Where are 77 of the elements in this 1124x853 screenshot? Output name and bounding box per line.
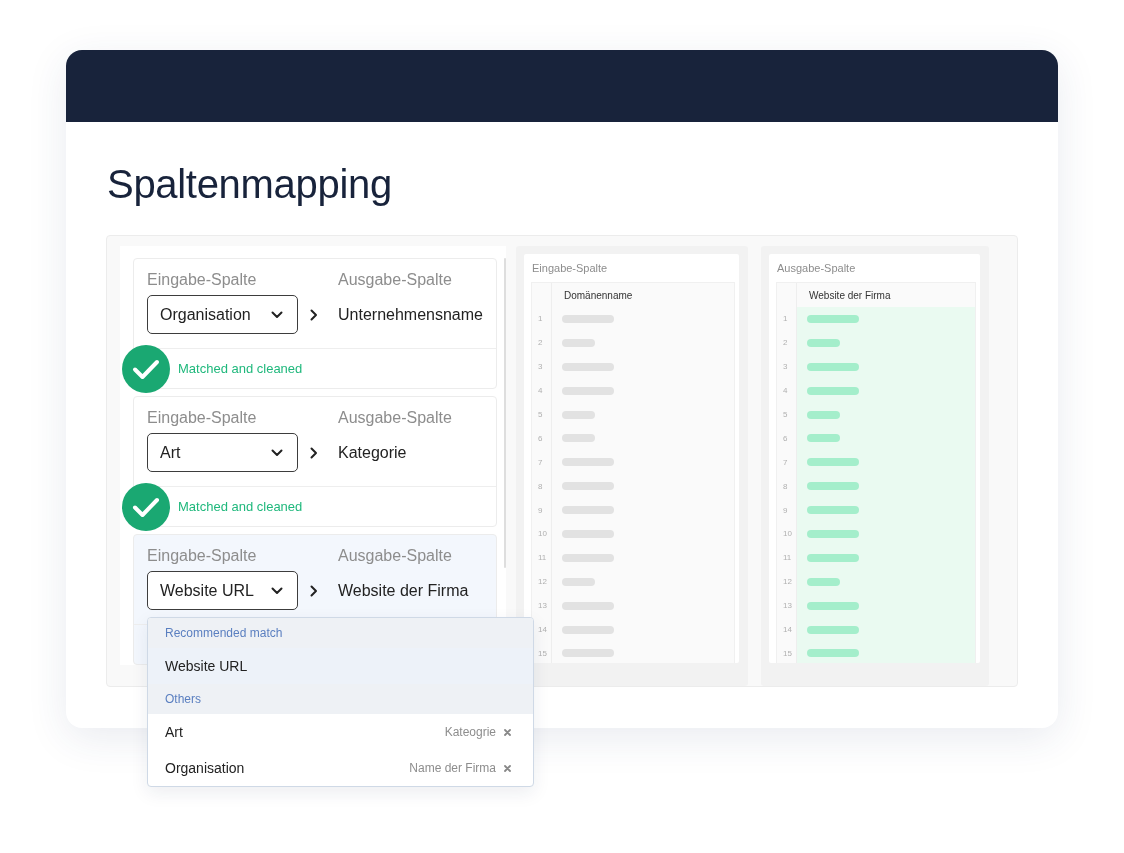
remove-icon[interactable] <box>504 764 511 772</box>
placeholder-value-bar <box>562 458 614 467</box>
placeholder-value-bar <box>562 482 614 491</box>
placeholder-value-bar <box>562 601 614 610</box>
mapping-card[interactable]: Eingabe-Spalte Ausgabe-Spalte Organisation Unternehmensname Matched and cleaned <box>133 258 497 389</box>
chevron-down-icon <box>271 586 283 595</box>
output-column-name: Website der Firma <box>338 581 470 600</box>
input-column-label: Eingabe-Spalte <box>147 271 258 289</box>
menu-option[interactable]: Organisation Name der Firma <box>148 750 533 786</box>
chevron-right-icon <box>310 308 318 321</box>
row-number: 5 <box>532 402 552 427</box>
menu-option[interactable]: Art Kateogrie <box>148 714 533 750</box>
placeholder-value-bar <box>562 410 595 419</box>
placeholder-value-bar <box>807 601 859 610</box>
row-number: 8 <box>532 474 552 499</box>
chevron-right-icon <box>310 584 318 597</box>
row-number: 9 <box>532 498 552 522</box>
row-number: 1 <box>532 307 552 331</box>
placeholder-value-bar <box>562 338 595 347</box>
output-column-label: Ausgabe-Spalte <box>338 271 453 289</box>
placeholder-value-bar <box>562 649 614 658</box>
chevron-down-icon <box>271 448 283 457</box>
mapping-card[interactable]: Eingabe-Spalte Ausgabe-Spalte Art Kategorie Matched and cleaned <box>133 396 497 527</box>
row-number: 13 <box>532 593 552 618</box>
placeholder-value-bar <box>807 553 859 562</box>
placeholder-value-bar <box>807 386 859 395</box>
placeholder-value-bar <box>807 434 840 443</box>
input-column-label: Eingabe-Spalte <box>147 409 258 427</box>
placeholder-value-bar <box>807 410 840 419</box>
preview-title: Eingabe-Spalte <box>531 261 609 276</box>
row-number: 7 <box>532 450 552 475</box>
row-number: 10 <box>532 522 552 546</box>
placeholder-value-bar <box>562 625 614 634</box>
placeholder-value-bar <box>562 577 595 586</box>
status-text: Matched and cleaned <box>178 499 303 514</box>
input-column-select[interactable]: Organisation <box>147 295 298 334</box>
placeholder-value-bar <box>807 314 859 323</box>
preview-title: Ausgabe-Spalte <box>776 261 857 276</box>
output-column-name: Kategorie <box>338 443 408 462</box>
input-column-select[interactable]: Website URL <box>147 571 298 610</box>
column-header: Domänenname <box>563 288 634 303</box>
placeholder-value-bar <box>562 529 614 538</box>
output-column-name: Unternehmensname <box>338 305 483 324</box>
placeholder-value-bar <box>807 362 859 371</box>
menu-option[interactable]: Website URL <box>148 648 533 684</box>
row-number: 3 <box>532 354 552 379</box>
placeholder-value-bar <box>562 362 614 371</box>
placeholder-value-bar <box>562 553 614 562</box>
placeholder-value-bar <box>807 506 859 515</box>
input-column-select[interactable]: Art <box>147 433 298 472</box>
status-text: Matched and cleaned <box>178 361 303 376</box>
placeholder-value-bar <box>562 314 614 323</box>
menu-section-heading: Others <box>148 684 533 714</box>
chevron-down-icon <box>271 310 283 319</box>
menu-section-heading: Recommended match <box>148 618 533 648</box>
row-number: 12 <box>532 569 552 594</box>
placeholder-value-bar <box>807 625 859 634</box>
row-number: 6 <box>532 426 552 451</box>
remove-icon[interactable] <box>504 728 511 736</box>
placeholder-value-bar <box>807 649 859 658</box>
placeholder-value-bar <box>807 482 859 491</box>
output-column-label: Ausgabe-Spalte <box>338 409 453 427</box>
placeholder-value-bar <box>807 338 840 347</box>
page-title: Spaltenmapping <box>106 161 393 208</box>
mapped-column-tag: Name der Firma <box>409 761 496 775</box>
placeholder-value-bar <box>807 529 859 538</box>
placeholder-value-bar <box>562 386 614 395</box>
output-column-label: Ausgabe-Spalte <box>338 547 453 565</box>
row-number: 11 <box>532 545 552 570</box>
column-header: Website der Firma <box>808 288 892 303</box>
placeholder-value-bar <box>807 577 840 586</box>
placeholder-value-bar <box>562 506 614 515</box>
chevron-right-icon <box>310 446 318 459</box>
mapped-column-tag: Kateogrie <box>444 725 496 739</box>
placeholder-value-bar <box>562 434 595 443</box>
placeholder-value-bar <box>807 458 859 467</box>
input-column-label: Eingabe-Spalte <box>147 547 258 565</box>
